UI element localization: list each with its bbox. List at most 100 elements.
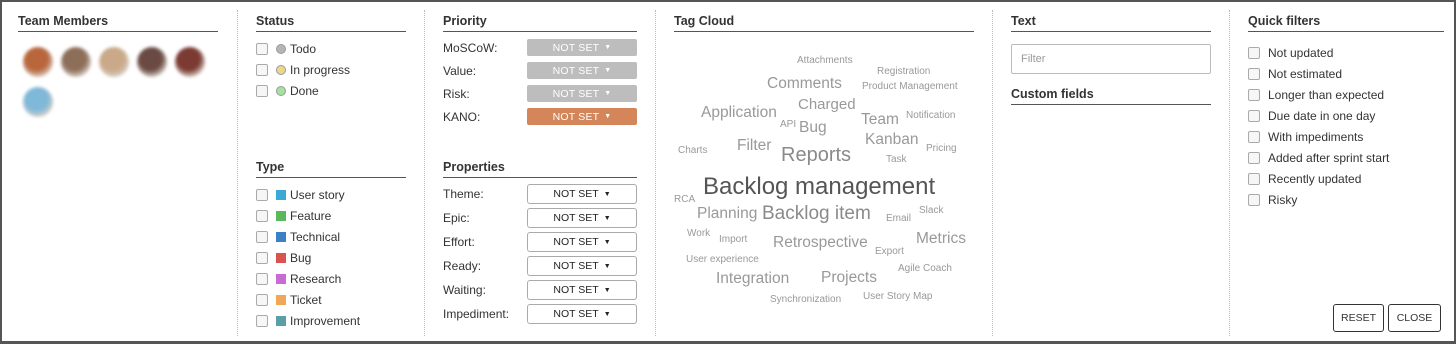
property-dropdown[interactable]: NOT SET ▼ xyxy=(527,280,637,300)
type-option[interactable]: Bug xyxy=(256,247,406,268)
checkbox[interactable] xyxy=(1248,46,1260,59)
checkbox[interactable] xyxy=(1248,151,1260,164)
quick-filter-option[interactable]: Risky xyxy=(1248,189,1444,210)
checkbox[interactable] xyxy=(256,42,268,55)
priority-dropdown[interactable]: NOT SET ▼ xyxy=(527,85,637,102)
tag-cloud-item[interactable]: Product Management xyxy=(862,82,958,92)
checkbox[interactable] xyxy=(256,63,268,76)
properties-title: Properties xyxy=(443,160,637,178)
type-option[interactable]: Technical xyxy=(256,226,406,247)
tag-cloud-item[interactable]: Integration xyxy=(716,271,789,287)
priority-dropdown[interactable]: NOT SET ▼ xyxy=(527,108,637,125)
tag-cloud-item[interactable]: Filter xyxy=(737,138,771,154)
tag-cloud-item[interactable]: Bug xyxy=(799,120,827,136)
checkbox[interactable] xyxy=(1248,67,1260,80)
quick-filter-option[interactable]: Added after sprint start xyxy=(1248,147,1444,168)
checkbox[interactable] xyxy=(256,209,268,222)
tag-cloud-item[interactable]: Metrics xyxy=(916,231,966,247)
quick-filter-label: With impediments xyxy=(1268,129,1364,144)
quick-filter-option[interactable]: With impediments xyxy=(1248,126,1444,147)
reset-button[interactable]: RESET xyxy=(1333,304,1384,332)
checkbox[interactable] xyxy=(256,293,268,306)
tag-cloud-item[interactable]: Planning xyxy=(697,206,757,222)
tag-cloud-item[interactable]: Reports xyxy=(781,145,851,165)
dropdown-value: NOT SET xyxy=(553,188,599,200)
property-dropdown[interactable]: NOT SET ▼ xyxy=(527,304,637,324)
type-option[interactable]: Ticket xyxy=(256,289,406,310)
properties-section: Properties Theme: NOT SET ▼ Epic: NOT SET ▼ Ef… xyxy=(443,160,637,326)
tag-cloud-item[interactable]: API xyxy=(780,120,796,130)
tag-cloud-item[interactable]: Application xyxy=(701,105,777,121)
tag-cloud-item[interactable]: Retrospective xyxy=(773,235,868,251)
status-label: In progress xyxy=(290,62,351,77)
tag-cloud-item[interactable]: RCA xyxy=(674,195,695,205)
tag-cloud-item[interactable]: Synchronization xyxy=(770,295,841,305)
tag-cloud-item[interactable]: Backlog item xyxy=(762,204,871,223)
quick-filter-option[interactable]: Due date in one day xyxy=(1248,105,1444,126)
checkbox[interactable] xyxy=(256,84,268,97)
tag-cloud-item[interactable]: Export xyxy=(875,247,904,257)
type-option[interactable]: Research xyxy=(256,268,406,289)
tag-cloud-item[interactable]: Comments xyxy=(767,76,842,92)
checkbox[interactable] xyxy=(256,188,268,201)
type-option[interactable]: User story xyxy=(256,184,406,205)
tag-cloud-item[interactable]: Agile Coach xyxy=(898,264,952,274)
property-row: Theme: NOT SET ▼ xyxy=(443,182,637,206)
property-label: Ready: xyxy=(443,259,482,273)
checkbox[interactable] xyxy=(1248,193,1260,206)
checkbox[interactable] xyxy=(1248,172,1260,185)
avatar[interactable] xyxy=(23,47,53,77)
avatar[interactable] xyxy=(137,47,167,77)
property-dropdown[interactable]: NOT SET ▼ xyxy=(527,184,637,204)
tag-cloud-item[interactable]: Projects xyxy=(821,270,877,286)
property-label: Waiting: xyxy=(443,283,486,297)
tag-cloud-item[interactable]: Registration xyxy=(877,67,930,77)
tag-cloud-item[interactable]: Notification xyxy=(906,111,955,121)
avatar[interactable] xyxy=(61,47,91,77)
caret-down-icon: ▼ xyxy=(604,67,612,74)
avatar[interactable] xyxy=(23,87,53,117)
status-option[interactable]: Done xyxy=(256,80,406,101)
checkbox[interactable] xyxy=(256,251,268,264)
checkbox[interactable] xyxy=(1248,109,1260,122)
tag-cloud-item[interactable]: User experience xyxy=(686,255,759,265)
avatar[interactable] xyxy=(99,47,129,77)
checkbox[interactable] xyxy=(1248,88,1260,101)
tag-cloud-item[interactable]: Backlog management xyxy=(703,175,935,199)
tag-cloud-item[interactable]: Import xyxy=(719,235,747,245)
tag-cloud-item[interactable]: Attachments xyxy=(797,56,853,66)
tag-cloud-item[interactable]: Email xyxy=(886,214,911,224)
tag-cloud-item[interactable]: Work xyxy=(687,229,710,239)
quick-filter-option[interactable]: Not updated xyxy=(1248,42,1444,63)
tag-cloud-item[interactable]: Slack xyxy=(919,206,943,216)
tag-cloud-item[interactable]: Charged xyxy=(798,97,856,112)
type-option[interactable]: Improvement xyxy=(256,310,406,331)
text-section: Text xyxy=(1011,14,1211,32)
quick-filter-label: Added after sprint start xyxy=(1268,150,1390,165)
checkbox[interactable] xyxy=(256,314,268,327)
tag-cloud-item[interactable]: Task xyxy=(886,155,907,165)
tag-cloud-item[interactable]: Charts xyxy=(678,146,707,156)
type-option[interactable]: Feature xyxy=(256,205,406,226)
checkbox[interactable] xyxy=(1248,130,1260,143)
property-dropdown[interactable]: NOT SET ▼ xyxy=(527,232,637,252)
tag-cloud-item[interactable]: Team xyxy=(861,112,899,128)
checkbox[interactable] xyxy=(256,230,268,243)
status-option[interactable]: In progress xyxy=(256,59,406,80)
priority-dropdown[interactable]: NOT SET ▼ xyxy=(527,62,637,79)
priority-dropdown[interactable]: NOT SET ▼ xyxy=(527,39,637,56)
quick-filter-option[interactable]: Recently updated xyxy=(1248,168,1444,189)
caret-down-icon: ▼ xyxy=(604,113,612,120)
close-button[interactable]: CLOSE xyxy=(1388,304,1441,332)
quick-filter-option[interactable]: Longer than expected xyxy=(1248,84,1444,105)
property-dropdown[interactable]: NOT SET ▼ xyxy=(527,208,637,228)
quick-filter-option[interactable]: Not estimated xyxy=(1248,63,1444,84)
property-dropdown[interactable]: NOT SET ▼ xyxy=(527,256,637,276)
tag-cloud-item[interactable]: Pricing xyxy=(926,144,957,154)
text-filter-input[interactable]: Filter xyxy=(1011,44,1211,74)
avatar[interactable] xyxy=(175,47,205,77)
tag-cloud-item[interactable]: Kanban xyxy=(865,132,918,148)
tag-cloud-item[interactable]: User Story Map xyxy=(863,292,932,302)
status-option[interactable]: Todo xyxy=(256,38,406,59)
checkbox[interactable] xyxy=(256,272,268,285)
